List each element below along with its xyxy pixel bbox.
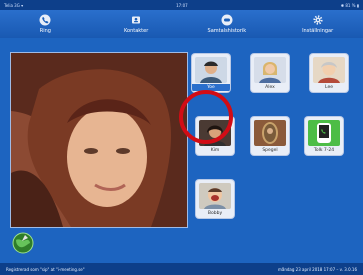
- contact-tile-kim[interactable]: Kim: [196, 117, 234, 155]
- phone-icon: [39, 14, 51, 26]
- carrier-signal: Telia 3G ▾: [4, 2, 24, 8]
- contact-tile-spegel[interactable]: Spegel: [251, 117, 289, 155]
- contact-photo: [195, 57, 227, 83]
- tab-contacts[interactable]: Kontakter: [91, 10, 182, 38]
- history-icon: [221, 14, 233, 26]
- contact-photo: [313, 57, 345, 83]
- interpreter-phone-icon: [308, 120, 340, 146]
- date-version: måndag 23 april 2018 17:07 – v. 3.0.16: [277, 266, 357, 272]
- footer-bar: Registrerad som "sip" at "i-meeting.se" …: [0, 263, 363, 275]
- contact-name: Bobby: [207, 211, 223, 216]
- contact-name: Alex: [265, 85, 275, 90]
- contact-photo: [254, 120, 286, 146]
- contact-photo: [199, 183, 231, 209]
- contact-name: Yoe: [192, 84, 230, 91]
- tab-contacts-label: Kontakter: [123, 28, 149, 34]
- tab-history-label: Samtalshistorik: [207, 28, 247, 34]
- contact-photo: [199, 120, 231, 146]
- tab-ring[interactable]: Ring: [0, 10, 91, 38]
- network-globe-icon[interactable]: [12, 232, 34, 254]
- contact-tile-yoe[interactable]: Yoe: [192, 54, 230, 92]
- system-status-bar: Telia 3G ▾ 17:07 ✱ 81 % ▮: [0, 0, 363, 10]
- contact-name: Tolk 7-24: [313, 148, 335, 153]
- tab-ring-label: Ring: [39, 28, 51, 34]
- contact-tile-tolk[interactable]: Tolk 7-24: [305, 117, 343, 155]
- contact-photo: [254, 57, 286, 83]
- contact-name: Lee: [325, 85, 333, 90]
- contact-tile-lee[interactable]: Lee: [310, 54, 348, 92]
- contacts-icon: [130, 14, 142, 26]
- main-toolbar: Ring Kontakter Samtalshistorik Inställni…: [0, 10, 363, 39]
- tab-settings[interactable]: Inställningar: [272, 10, 363, 38]
- main-area: Yoe Alex Lee Kim Spegel Tolk 7-24 Bobby: [0, 38, 363, 263]
- camera-preview-image: [11, 53, 187, 227]
- tab-settings-label: Inställningar: [302, 28, 334, 34]
- contact-name: Spegel: [262, 148, 278, 153]
- tab-history[interactable]: Samtalshistorik: [182, 10, 273, 38]
- settings-icon: [312, 14, 324, 26]
- self-video-preview: [10, 52, 188, 228]
- contact-name: Kim: [210, 148, 220, 153]
- contact-tile-alex[interactable]: Alex: [251, 54, 289, 92]
- clock: 17:07: [176, 2, 188, 8]
- registration-status: Registrerad som "sip" at "i-meeting.se": [6, 266, 85, 272]
- battery-status: ✱ 81 % ▮: [340, 2, 359, 8]
- contact-tile-bobby[interactable]: Bobby: [196, 180, 234, 218]
